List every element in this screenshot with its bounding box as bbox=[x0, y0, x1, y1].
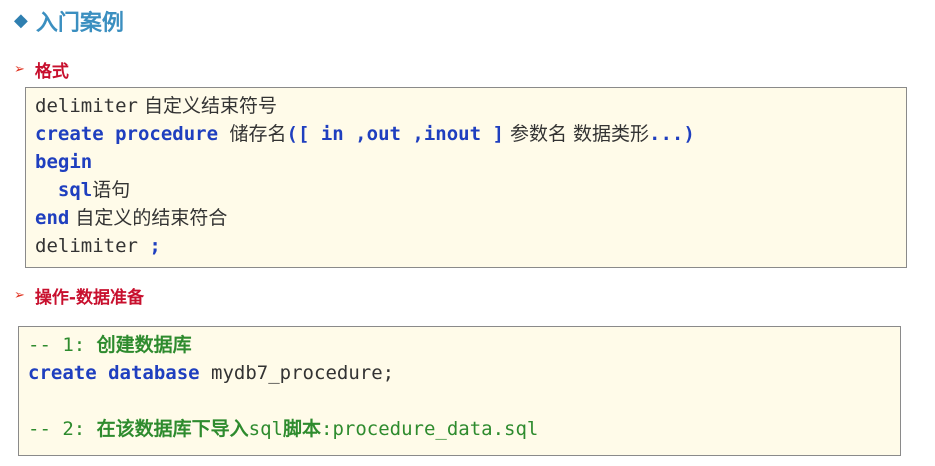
code-text: 自定义结束符号 bbox=[137, 95, 277, 117]
code-comment: -- 1: bbox=[28, 334, 97, 356]
bullet-data-prep-label: 操作-数据准备 bbox=[34, 288, 144, 308]
code-keyword: begin bbox=[35, 151, 93, 173]
section-title-text: 入门案例 bbox=[35, 11, 124, 36]
code-keyword: procedure bbox=[115, 123, 219, 145]
code-text: mydb7_procedure; bbox=[199, 362, 395, 384]
prep-code-block: -- 1: 创建数据库 create database mydb7_proced… bbox=[18, 326, 901, 456]
code-text: 语句 bbox=[92, 179, 131, 201]
code-comment: :procedure_data.sql bbox=[321, 418, 539, 440]
code-text: 自定义的结束符合 bbox=[69, 207, 228, 229]
code-keyword: create bbox=[35, 123, 104, 145]
code-keyword: delimiter bbox=[35, 235, 138, 257]
bullet-format-label: 格式 bbox=[34, 62, 69, 82]
code-punct: , bbox=[400, 123, 424, 145]
code-punct: ; bbox=[137, 235, 161, 257]
code-keyword: delimiter bbox=[35, 95, 138, 117]
code-keyword: create bbox=[28, 362, 97, 384]
format-code-block: delimiter 自定义结束符号 create procedure 储存名([… bbox=[25, 87, 907, 268]
code-comment-text: 脚本 bbox=[282, 418, 321, 440]
code-punct: ] bbox=[481, 123, 504, 145]
code-line: delimiter ; bbox=[35, 232, 906, 260]
code-comment: -- 2: bbox=[28, 418, 97, 440]
code-line: delimiter 自定义结束符号 bbox=[35, 92, 906, 120]
code-keyword: sql bbox=[57, 179, 93, 201]
diamond-icon: ◆ bbox=[14, 10, 28, 31]
code-punct: ([ bbox=[286, 123, 321, 145]
code-line: create procedure 储存名([ in ,out ,inout ] … bbox=[35, 120, 906, 148]
code-text: 储存名 bbox=[229, 123, 287, 145]
arrow-bullet-icon: ➢ bbox=[14, 288, 25, 303]
code-line: -- 2: 在该数据库下导入sql脚本:procedure_data.sql bbox=[28, 415, 900, 443]
code-keyword: database bbox=[108, 362, 200, 384]
code-punct: ...) bbox=[649, 123, 695, 145]
code-line: end 自定义的结束符合 bbox=[35, 204, 906, 232]
code-line: sql语句 bbox=[35, 176, 906, 204]
section-title: ◆ 入门案例 bbox=[14, 5, 124, 37]
code-line: begin bbox=[35, 148, 906, 176]
bullet-data-prep: ➢ 操作-数据准备 bbox=[14, 283, 144, 308]
code-comment-text: 创建数据库 bbox=[96, 334, 192, 356]
code-text: 参数名 数据类形 bbox=[503, 123, 650, 145]
code-keyword: in bbox=[320, 123, 344, 145]
code-punct: , bbox=[343, 123, 367, 145]
code-comment: sql bbox=[248, 418, 283, 440]
code-line: create database mydb7_procedure; bbox=[28, 359, 900, 387]
code-line: -- 1: 创建数据库 bbox=[28, 331, 900, 359]
code-keyword: out bbox=[366, 123, 401, 145]
code-keyword: end bbox=[35, 207, 70, 229]
code-comment-text: 在该数据库下导入 bbox=[96, 418, 249, 440]
code-keyword: inout bbox=[423, 123, 482, 145]
arrow-bullet-icon: ➢ bbox=[14, 62, 25, 77]
bullet-format: ➢ 格式 bbox=[14, 57, 69, 82]
